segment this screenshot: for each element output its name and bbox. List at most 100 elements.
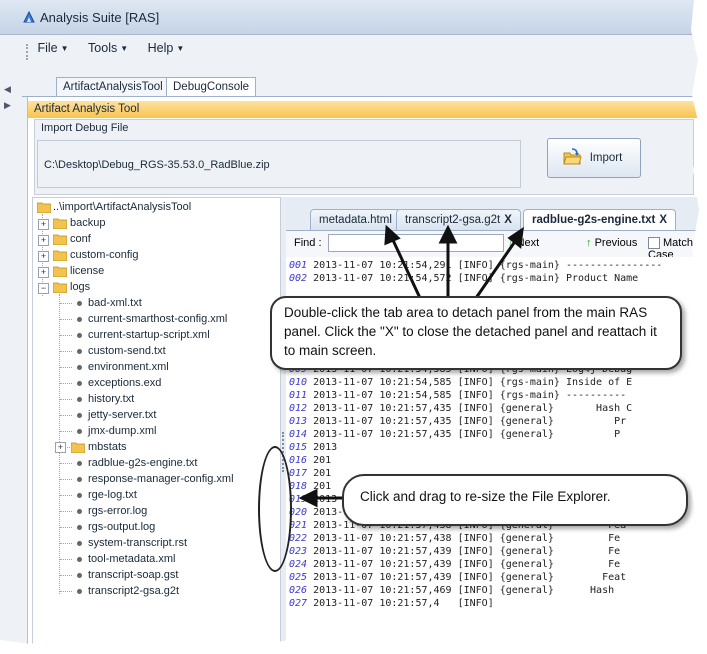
tree-file[interactable]: radblue-g2s-engine.txt [88, 455, 197, 471]
log-line-number: 021 [289, 520, 308, 531]
app-icon [23, 10, 35, 23]
file-icon [77, 541, 82, 546]
expand-icon[interactable]: + [38, 219, 49, 230]
find-input[interactable] [328, 234, 504, 252]
collapse-icon[interactable]: − [38, 283, 49, 294]
log-line-number: 013 [289, 416, 308, 427]
file-icon [77, 317, 82, 322]
file-explorer: ..\import\ArtifactAnalysisTool + backup … [32, 197, 282, 648]
tree-folder-license[interactable]: license [70, 263, 104, 279]
log-line-number: 016 [289, 455, 308, 466]
tree-root[interactable]: ..\import\ArtifactAnalysisTool [53, 199, 191, 215]
tree-file[interactable]: transcript2-gsa.g2t [88, 583, 179, 599]
expand-icon[interactable]: + [38, 251, 49, 262]
log-line: 016 201 [289, 454, 331, 467]
tree-file[interactable]: rge-log.txt [88, 487, 137, 503]
top-tab-strip: ArtifactAnalysisTool DebugConsole [22, 74, 700, 97]
tree-file[interactable]: environment.xml [88, 359, 169, 375]
menu-tools[interactable]: Tools ▼ [86, 38, 130, 58]
log-line-number: 011 [289, 390, 308, 401]
log-line-text: 2013-11-07 10:21:57,469 [INFO] {general}… [313, 585, 615, 596]
callout-resize-text: Click and drag to re-size the File Explo… [360, 489, 611, 504]
tab-debug-console[interactable]: DebugConsole [166, 77, 257, 96]
close-tab-icon[interactable]: X [504, 214, 512, 226]
tree-folder-backup[interactable]: backup [70, 215, 105, 231]
expand-icon[interactable]: + [55, 442, 66, 453]
log-line-text: 2013-11-07 10:21:57,435 [INFO] {general}… [313, 403, 633, 414]
import-button[interactable]: Import [547, 138, 641, 178]
tab-scroll-left-icon[interactable]: ◀ [4, 84, 11, 95]
checkbox-icon [648, 237, 660, 250]
log-line-number: 002 [289, 273, 308, 284]
file-icon [77, 413, 82, 418]
menu-help[interactable]: Help ▼ [146, 38, 187, 58]
import-group: Import Debug File C:\Desktop\Debug_RGS-3… [34, 119, 694, 195]
file-icon [77, 589, 82, 594]
expand-icon[interactable]: + [38, 235, 49, 246]
tree-file[interactable]: current-smarthost-config.xml [88, 311, 227, 327]
log-line-number: 015 [289, 442, 308, 453]
tree-folder-logs[interactable]: logs [70, 279, 90, 295]
menu-file[interactable]: File ▼ [35, 38, 70, 58]
log-line-text: 2013-11-07 10:21:57,4 [INFO] [313, 598, 494, 609]
file-icon [77, 333, 82, 338]
log-line-text: 2013 [313, 442, 338, 453]
tree-folder-conf[interactable]: conf [70, 231, 91, 247]
log-line: 015 2013 [289, 441, 337, 454]
import-path-field[interactable]: C:\Desktop\Debug_RGS-35.53.0_RadBlue.zip [37, 140, 521, 188]
callout-detach-tabs: Double-click the tab area to detach pane… [270, 296, 682, 370]
find-previous-button[interactable]: ↑ Previous [586, 237, 637, 249]
log-line: 022 2013-11-07 10:21:57,438 [INFO] {gene… [289, 532, 620, 545]
folder-icon [53, 266, 67, 277]
tree-file[interactable]: response-manager-config.xml [88, 471, 234, 487]
close-tab-icon[interactable]: X [659, 214, 667, 226]
tree-folder-mbstats[interactable]: mbstats [88, 439, 127, 455]
log-line-number: 001 [289, 260, 308, 271]
callout-detach-text: Double-click the tab area to detach pane… [284, 305, 657, 358]
tree-folder-custom-config[interactable]: custom-config [70, 247, 138, 263]
folder-open-icon [563, 148, 582, 165]
log-line: 002 2013-11-07 10:21:54,572 [INFO] {rgs-… [289, 272, 638, 285]
log-line-text: 2013-11-07 10:21:57,439 [INFO] {general}… [313, 546, 621, 557]
tree-file[interactable]: current-startup-script.xml [88, 327, 210, 343]
file-icon [77, 381, 82, 386]
log-line-number: 025 [289, 572, 308, 583]
tree-file[interactable]: bad-xml.txt [88, 295, 142, 311]
log-line: 025 2013-11-07 10:21:57,439 [INFO] {gene… [289, 571, 626, 584]
folder-icon [71, 442, 85, 453]
folder-icon [53, 250, 67, 261]
log-line: 001 2013-11-07 10:21:54,291 [INFO] {rgs-… [289, 259, 662, 272]
log-line-text: 201 [313, 455, 332, 466]
tree-file[interactable]: history.txt [88, 391, 134, 407]
tree-file[interactable]: custom-send.txt [88, 343, 166, 359]
log-line: 013 2013-11-07 10:21:57,435 [INFO] {gene… [289, 415, 626, 428]
folder-icon [37, 202, 51, 213]
tree-file[interactable]: exceptions.exd [88, 375, 161, 391]
find-bar: Find : ↓ Next ↑ Previous Match Case [286, 230, 700, 261]
log-line-number: 018 [289, 481, 308, 492]
log-line: 017 201 [289, 467, 331, 480]
log-line-text: 2013-11-07 10:21:57,435 [INFO] {general}… [313, 416, 627, 427]
tree-file[interactable]: rgs-output.log [88, 519, 155, 535]
find-next-button[interactable]: ↓ Next [508, 237, 539, 249]
splitter-highlight-oval [258, 446, 292, 572]
tree-file[interactable]: transcript-soap.gst [88, 567, 178, 583]
folder-open-icon [53, 282, 67, 293]
file-tab-transcript2[interactable]: transcript2-gsa.g2t X [396, 209, 521, 230]
file-icon [77, 525, 82, 530]
tree-file[interactable]: jmx-dump.xml [88, 423, 156, 439]
file-tab-radblue-engine[interactable]: radblue-g2s-engine.txt X [523, 209, 676, 230]
tree-file[interactable]: system-transcript.rst [88, 535, 187, 551]
file-icon [77, 509, 82, 514]
tree-file[interactable]: rgs-error.log [88, 503, 147, 519]
import-button-label: Import [589, 152, 623, 164]
file-icon [77, 493, 82, 498]
tab-scroll-right-icon[interactable]: ▶ [4, 100, 11, 111]
expand-icon[interactable]: + [38, 267, 49, 278]
file-tab-metadata[interactable]: metadata.html [310, 209, 401, 230]
tab-artifact-analysis-tool[interactable]: ArtifactAnalysisTool [56, 77, 170, 96]
tree-file[interactable]: jetty-server.txt [88, 407, 156, 423]
log-line: 026 2013-11-07 10:21:57,469 [INFO] {gene… [289, 584, 614, 597]
import-group-label: Import Debug File [41, 122, 129, 134]
tree-file[interactable]: tool-metadata.xml [88, 551, 175, 567]
